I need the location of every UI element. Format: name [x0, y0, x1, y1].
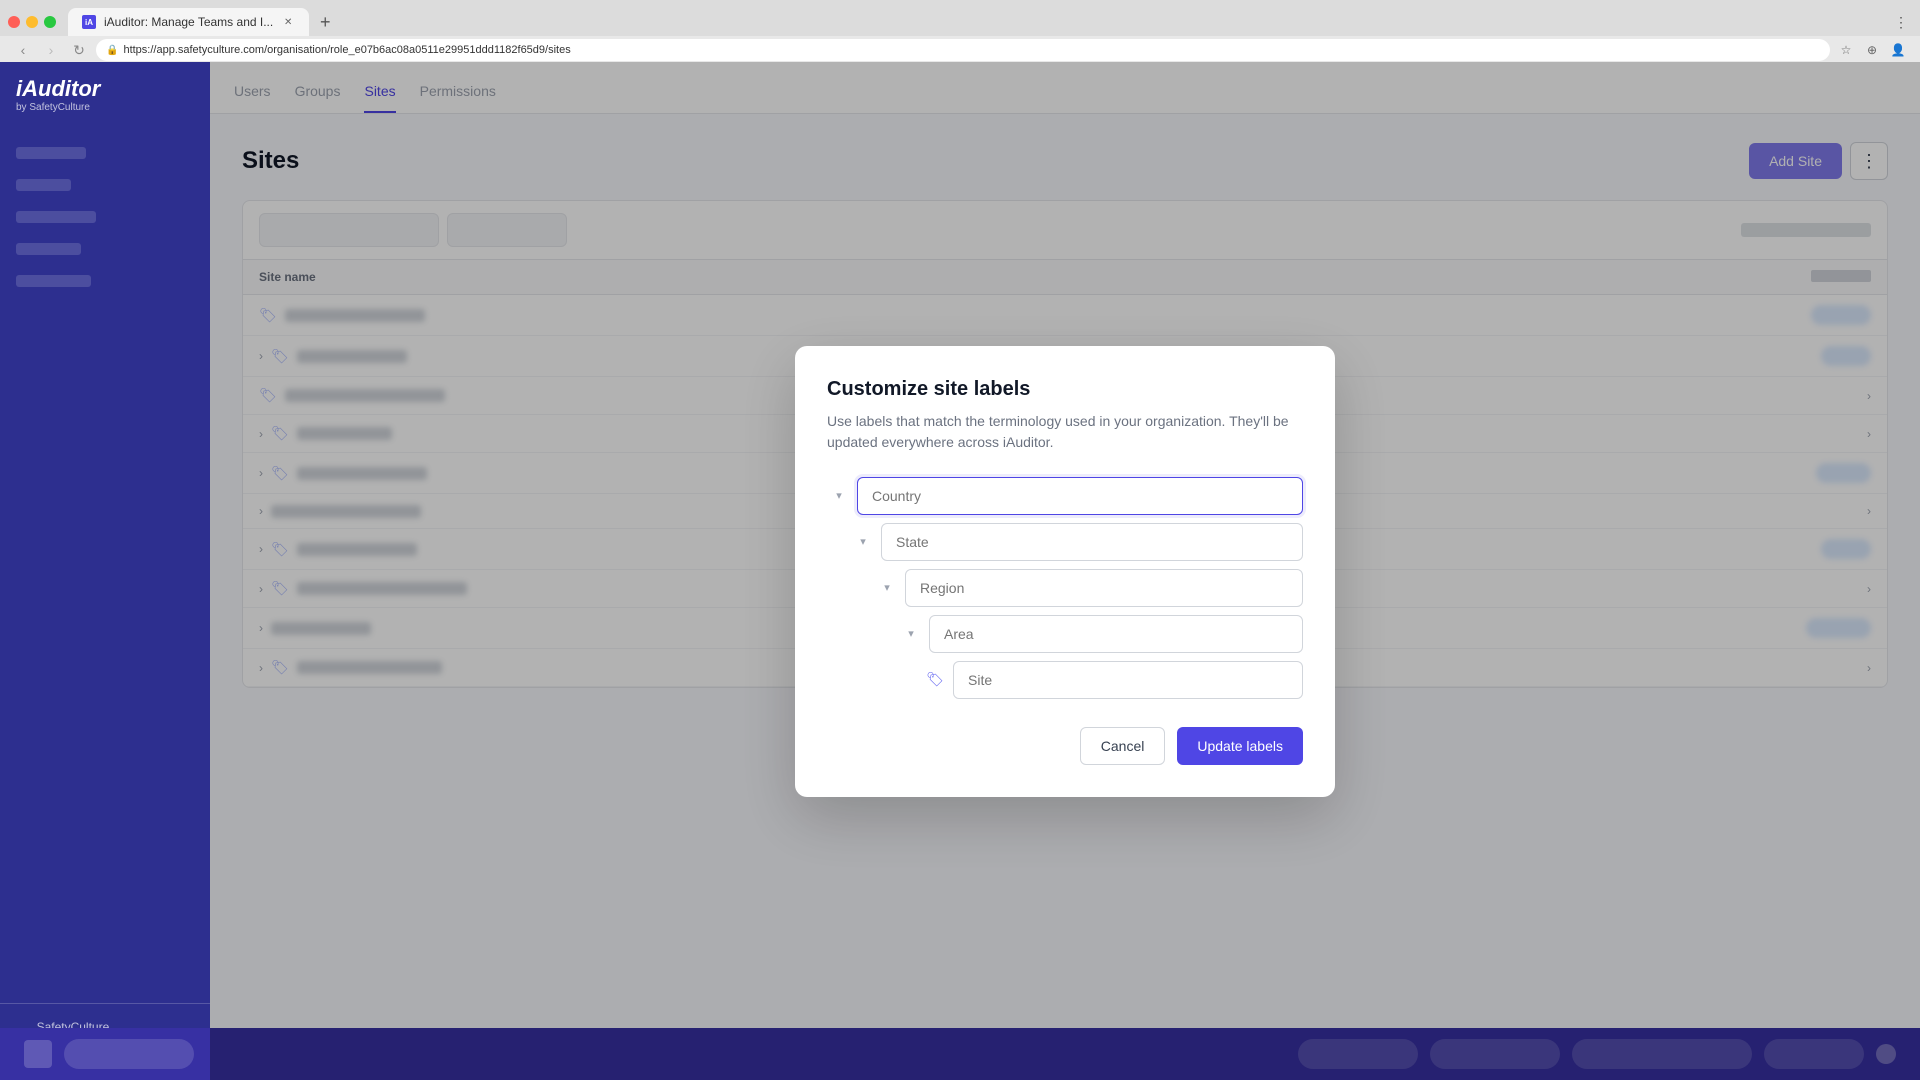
extensions-icon[interactable]: ⊕	[1862, 40, 1882, 60]
maximize-traffic-light[interactable]	[44, 16, 56, 28]
modal-description: Use labels that match the terminology us…	[827, 411, 1303, 453]
sidebar: iAuditor by SafetyCulture ⚙	[0, 62, 210, 1080]
region-input[interactable]	[905, 569, 1303, 607]
traffic-lights	[8, 16, 56, 28]
reload-button[interactable]: ↻	[68, 39, 90, 61]
back-button[interactable]: ‹	[12, 39, 34, 61]
tab-close-icon[interactable]: ✕	[281, 15, 295, 29]
modal-title: Customize site labels	[827, 378, 1303, 401]
area-input[interactable]	[929, 615, 1303, 653]
logo-text: iAuditor	[16, 78, 194, 100]
tag-site-icon: 🏷	[923, 668, 947, 692]
chevron-area[interactable]: ▾	[899, 622, 923, 646]
url-text: https://app.safetyculture.com/organisati…	[123, 44, 570, 56]
chevron-region[interactable]: ▾	[875, 576, 899, 600]
sidebar-item-5[interactable]	[0, 265, 210, 297]
browser-chrome: iA iAuditor: Manage Teams and I... ✕ + ⋮…	[0, 0, 1920, 62]
label-row-state: ▾	[851, 523, 1303, 561]
update-labels-button[interactable]: Update labels	[1177, 727, 1303, 765]
label-row-region: ▾	[875, 569, 1303, 607]
label-row-country: ▾	[827, 477, 1303, 515]
new-tab-button[interactable]: +	[313, 10, 337, 34]
label-row-site: 🏷	[923, 661, 1303, 699]
modal-footer: Cancel Update labels	[827, 727, 1303, 765]
cancel-button[interactable]: Cancel	[1080, 727, 1166, 765]
main-content: Users Groups Sites Permissions Sites Add…	[210, 62, 1920, 1080]
sidebar-item-3[interactable]	[0, 201, 210, 233]
app-container: iAuditor by SafetyCulture ⚙	[0, 62, 1920, 1080]
browser-more-icon[interactable]: ⋮	[1890, 10, 1912, 35]
modal: Customize site labels Use labels that ma…	[795, 346, 1335, 797]
address-bar-row: ‹ › ↻ 🔒 https://app.safetyculture.com/or…	[0, 36, 1920, 64]
chevron-country[interactable]: ▾	[827, 484, 851, 508]
sidebar-item-1[interactable]	[0, 137, 210, 169]
site-input[interactable]	[953, 661, 1303, 699]
tab-bar: iA iAuditor: Manage Teams and I... ✕ + ⋮	[0, 0, 1920, 36]
chevron-state[interactable]: ▾	[851, 530, 875, 554]
bottom-pill-1	[64, 1039, 194, 1069]
bookmark-icon[interactable]: ☆	[1836, 40, 1856, 60]
bottom-bar-logo	[24, 1040, 52, 1068]
lock-icon: 🔒	[106, 45, 118, 56]
minimize-traffic-light[interactable]	[26, 16, 38, 28]
browser-tab[interactable]: iA iAuditor: Manage Teams and I... ✕	[68, 8, 309, 36]
logo-sub: by SafetyCulture	[16, 102, 194, 113]
country-input[interactable]	[857, 477, 1303, 515]
address-bar[interactable]: 🔒 https://app.safetyculture.com/organisa…	[96, 39, 1830, 61]
state-input[interactable]	[881, 523, 1303, 561]
modal-overlay: Customize site labels Use labels that ma…	[210, 62, 1920, 1080]
profile-icon[interactable]: 👤	[1888, 40, 1908, 60]
tab-favicon: iA	[82, 15, 96, 29]
sidebar-logo: iAuditor by SafetyCulture	[0, 78, 210, 137]
sidebar-item-2[interactable]	[0, 169, 210, 201]
sidebar-item-4[interactable]	[0, 233, 210, 265]
forward-button[interactable]: ›	[40, 39, 62, 61]
close-traffic-light[interactable]	[8, 16, 20, 28]
label-row-area: ▾	[899, 615, 1303, 653]
tab-title: iAuditor: Manage Teams and I...	[104, 15, 273, 29]
sidebar-nav	[0, 137, 210, 1003]
